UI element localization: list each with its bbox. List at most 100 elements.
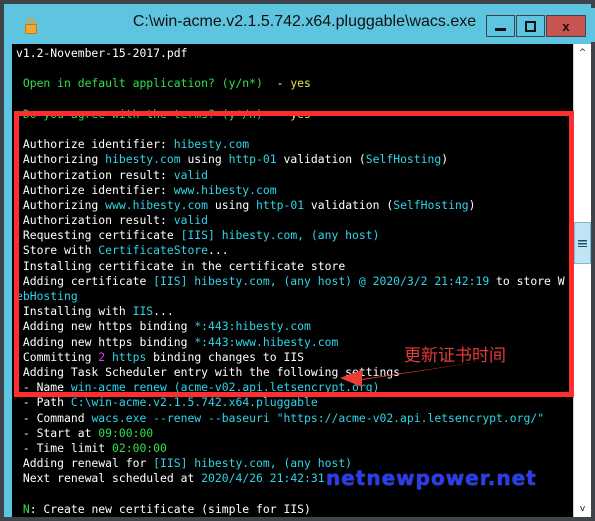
- console-output-area[interactable]: v1.2-November-15-2017.pdf Open in defaul…: [12, 44, 591, 517]
- console-line: - Start at 09:00:00: [16, 426, 572, 441]
- console-span: Authorization result:: [16, 167, 174, 182]
- console-span: Authorize identifier:: [16, 182, 174, 197]
- scrollbar-grip-icon: [578, 239, 587, 247]
- console-span: http-01: [228, 152, 277, 167]
- console-line: Authorization result: valid: [16, 168, 572, 183]
- console-line: - Command wacs.exe --renew --baseuri "ht…: [16, 411, 572, 426]
- console-span: ): [441, 152, 449, 167]
- console-line: Requesting certificate [IIS] hibesty.com…: [16, 228, 572, 243]
- console-span: binding changes to IIS: [146, 349, 305, 364]
- console-span: Do you agree with the terms? (y*/n): [16, 106, 263, 121]
- console-span: to store W: [489, 273, 565, 288]
- console-span: *:443:hibesty.com: [194, 319, 311, 334]
- scroll-up-icon[interactable]: ^: [574, 44, 591, 61]
- console-line: Installing certificate in the certificat…: [16, 259, 572, 274]
- console-span: validation (: [276, 152, 366, 167]
- console-span: IIS: [132, 304, 154, 319]
- console-span: 09:00:00: [98, 425, 154, 440]
- console-span: [IIS] hibesty.com, (any host): [180, 228, 380, 243]
- console-span: win-acme renew (acme-v02.api.letsencrypt…: [70, 380, 380, 395]
- console-line: Authorizing www.hibesty.com using http-0…: [16, 198, 572, 213]
- console-line: Authorization result: valid: [16, 213, 572, 228]
- console-line: N: Create new certificate (simple for II…: [16, 502, 572, 517]
- console-span: -: [262, 106, 291, 121]
- console-span: yes: [290, 76, 311, 91]
- console-line: Store with CertificateStore...: [16, 243, 572, 258]
- console-span: validation (: [304, 197, 394, 212]
- console-span: Authorizing: [16, 197, 106, 212]
- console-span: Authorization result:: [16, 213, 174, 228]
- console-span: Next renewal scheduled at: [16, 471, 202, 486]
- console-span: C:\win-acme.v2.1.5.742.x64.pluggable: [70, 395, 318, 410]
- console-text: v1.2-November-15-2017.pdf Open in defaul…: [12, 44, 572, 517]
- console-span: https: [112, 349, 147, 364]
- console-span: - Command: [16, 410, 92, 425]
- console-line: Authorize identifier: hibesty.com: [16, 137, 572, 152]
- console-span: Adding renewal for: [16, 456, 154, 471]
- console-line: ebHosting: [16, 289, 572, 304]
- console-span: ebHosting: [16, 289, 78, 303]
- console-span: http-01: [256, 197, 305, 212]
- console-span: hibesty.com: [173, 137, 250, 152]
- console-span: Open in default application? (y/n*): [16, 76, 263, 91]
- maximize-button[interactable]: [516, 15, 545, 37]
- console-line: - Path C:\win-acme.v2.1.5.742.x64.plugga…: [16, 395, 572, 410]
- console-span: using: [208, 197, 257, 212]
- console-line: - Name win-acme renew (acme-v02.api.lets…: [16, 380, 572, 395]
- console-span: - Start at: [16, 425, 99, 440]
- console-span: yes: [290, 106, 311, 121]
- vertical-scrollbar[interactable]: ^ v: [573, 44, 591, 517]
- console-span: : Create new certificate (simple for IIS…: [29, 501, 311, 516]
- console-line: Do you agree with the terms? (y*/n) - ye…: [16, 107, 572, 122]
- title-bar[interactable]: C:\win-acme.v2.1.5.742.x64.pluggable\wac…: [8, 8, 595, 42]
- console-span: hibesty.com: [105, 152, 181, 167]
- close-icon: x: [562, 18, 570, 34]
- minimize-button[interactable]: [486, 15, 515, 37]
- console-window: C:\win-acme.v2.1.5.742.x64.pluggable\wac…: [0, 0, 595, 521]
- console-span: SelfHosting: [393, 197, 469, 212]
- console-line: Authorize identifier: www.hibesty.com: [16, 183, 572, 198]
- console-span: Adding Task Scheduler entry with the fol…: [16, 364, 401, 379]
- console-line: v1.2-November-15-2017.pdf: [16, 46, 572, 61]
- console-span: - Time limit: [16, 440, 113, 455]
- console-line: Adding new https binding *:443:hibesty.c…: [16, 319, 572, 334]
- console-span: [IIS] hibesty.com, (any host) @ 2020/3/2…: [153, 273, 490, 288]
- scroll-down-icon[interactable]: v: [574, 500, 591, 517]
- console-line: Installing with IIS...: [16, 304, 572, 319]
- console-line: Open in default application? (y/n*) - ye…: [16, 76, 572, 91]
- console-span: Installing with: [16, 304, 133, 319]
- maximize-icon: [525, 20, 536, 32]
- console-span: CertificateStore: [98, 243, 209, 258]
- console-span: -: [262, 76, 291, 91]
- scrollbar-thumb[interactable]: [574, 222, 591, 264]
- console-line: Authorizing hibesty.com using http-01 va…: [16, 152, 572, 167]
- console-span: Adding new https binding: [16, 334, 195, 349]
- console-span: using: [180, 152, 229, 167]
- console-span: Committing: [16, 349, 99, 364]
- console-span: [105, 350, 112, 364]
- console-span: ...: [153, 304, 174, 319]
- console-span: valid: [173, 167, 209, 182]
- console-span: v1.2-November-15-2017.pdf: [16, 46, 188, 60]
- console-span: 02:00:00: [112, 440, 167, 455]
- console-span: Store with: [16, 243, 99, 258]
- console-span: www.hibesty.com: [173, 182, 277, 197]
- console-span: [IIS] hibesty.com, (any host): [153, 456, 353, 471]
- console-span: Authorizing: [16, 152, 106, 167]
- minimize-icon: [495, 27, 506, 31]
- close-button[interactable]: x: [546, 15, 586, 37]
- console-span: - Path: [16, 395, 71, 410]
- console-line: Adding Task Scheduler entry with the fol…: [16, 365, 572, 380]
- annotation-label: 更新证书时间: [404, 346, 506, 366]
- console-span: *:443:www.hibesty.com: [194, 334, 339, 349]
- console-span: Requesting certificate: [16, 228, 181, 243]
- console-line: - Time limit 02:00:00: [16, 441, 572, 456]
- console-line: Adding certificate [IIS] hibesty.com, (a…: [16, 274, 572, 289]
- console-span: www.hibesty.com: [105, 197, 209, 212]
- console-span: Authorize identifier:: [16, 137, 174, 152]
- watermark: netnewpower.net: [326, 466, 537, 490]
- console-span: SelfHosting: [365, 152, 442, 167]
